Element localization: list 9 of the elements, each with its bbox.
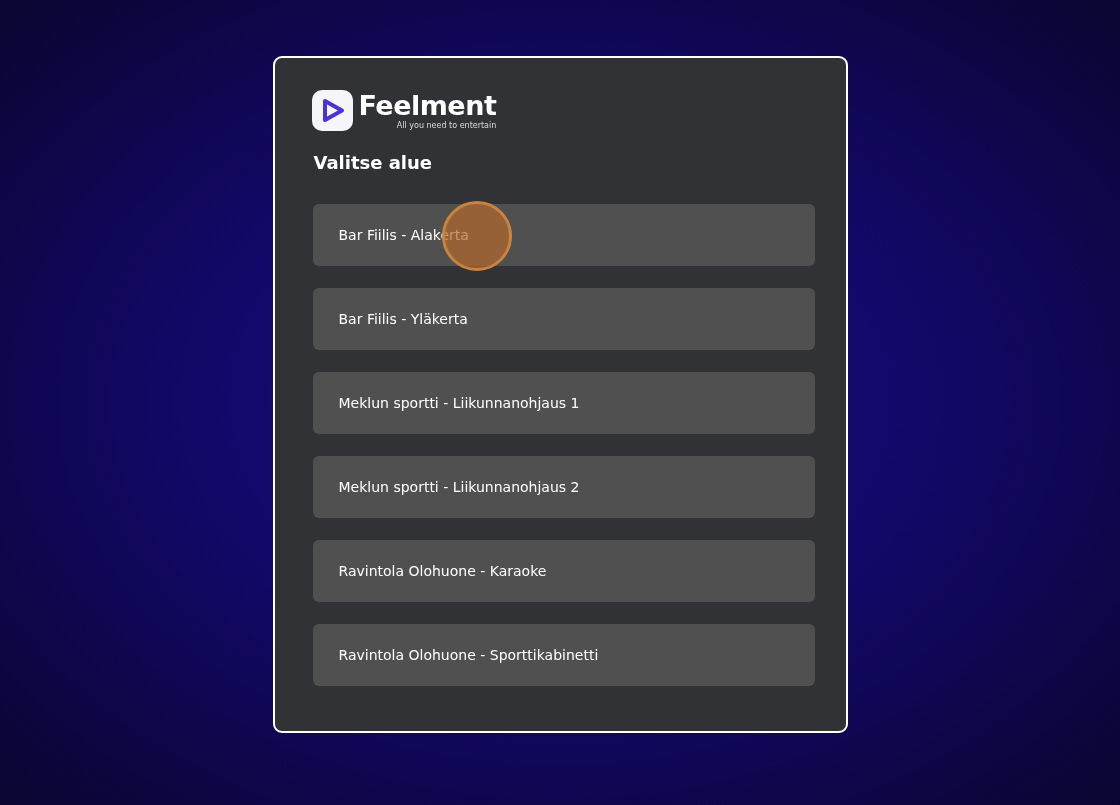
area-option[interactable]: Ravintola Olohuone - Karaoke xyxy=(312,540,815,602)
page-heading: Valitse alue xyxy=(313,151,434,175)
area-option[interactable]: Ravintola Olohuone - Sporttikabinetti xyxy=(312,624,815,686)
area-option[interactable]: Meklun sportti - Liikunnanohjaus 2 xyxy=(312,456,815,518)
play-logo-icon xyxy=(311,90,353,131)
logo-wordmark: Feelment xyxy=(358,90,497,121)
area-option[interactable]: Bar Fiilis - Yläkerta xyxy=(312,288,815,350)
logo-tagline: All you need to entertain xyxy=(396,120,497,131)
area-option[interactable]: Meklun sportti - Liikunnanohjaus 1 xyxy=(312,372,815,434)
